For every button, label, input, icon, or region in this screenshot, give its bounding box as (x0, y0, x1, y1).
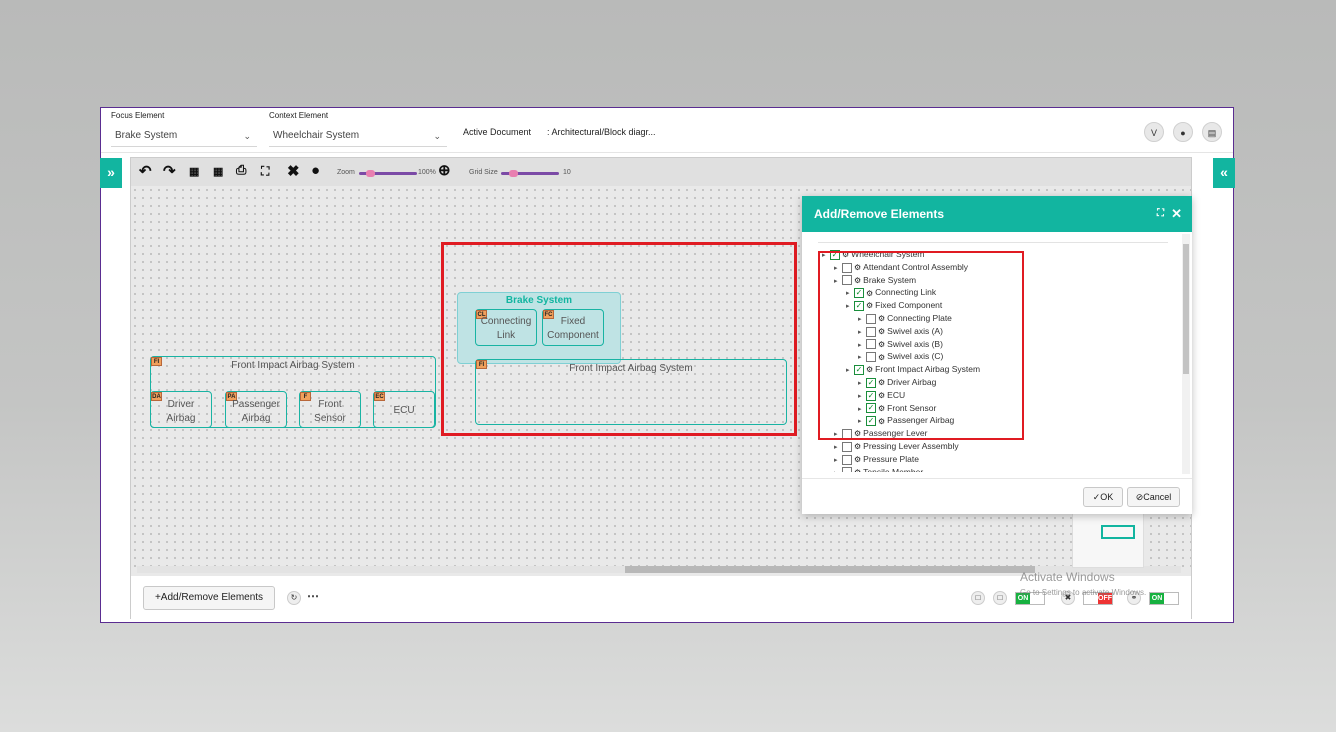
node-title: Front Impact Airbag System (231, 360, 355, 371)
panel-card (1072, 512, 1144, 568)
zoom-slider[interactable] (359, 170, 417, 177)
activate-windows-title: Activate Windows (1020, 570, 1115, 584)
tree-checkbox[interactable] (842, 441, 852, 452)
gears-icon: ⚙ (854, 442, 862, 452)
print-icon[interactable]: ⎙ (236, 162, 246, 178)
gears-icon: ⚙ (854, 466, 861, 472)
export-png-icon[interactable]: ▦ (213, 165, 223, 178)
diagram-toolbar: ↶ ↷ ▦ ▦ ⎙ ⛶ ✖ ● Zoom 100% ⊕ Grid Size 10 (131, 158, 1191, 186)
tree-highlight (818, 251, 1024, 440)
maximize-icon[interactable]: ⛶ (1157, 196, 1164, 232)
driver-airbag-node[interactable]: DA Driver Airbag (150, 391, 212, 428)
node-label: Front Sensor (314, 399, 346, 424)
chevron-down-icon: ⌄ (243, 131, 251, 141)
grid-size-label: Grid Size (469, 169, 498, 176)
fit-screen-icon[interactable]: ⛶ (261, 164, 269, 179)
scrollbar-thumb[interactable] (625, 566, 1035, 573)
cancel-button[interactable]: ⊘Cancel (1127, 487, 1180, 507)
tree-item-label: Tensile Member (863, 466, 924, 472)
expand-toggle-icon[interactable]: ▸ (834, 467, 842, 472)
node-label: Connecting Link (480, 316, 532, 341)
tree-scrollbar-thumb[interactable] (1183, 244, 1189, 374)
close-icon[interactable]: ✕ (1171, 196, 1182, 232)
tree-item-label: Pressure Plate (863, 453, 919, 464)
document-icon[interactable]: □ (993, 591, 1007, 605)
button-label: Add/Remove Elements (160, 592, 264, 603)
zoom-value: 100% (418, 169, 436, 176)
vector-icon[interactable]: V (1144, 122, 1164, 142)
button-label: OK (1100, 492, 1114, 502)
node-label: Fixed Component (547, 316, 599, 341)
export-svg-icon[interactable]: ▦ (189, 165, 199, 178)
dialog-divider (818, 242, 1168, 243)
gears-icon: ⚙ (854, 455, 862, 465)
drop-icon[interactable]: ● (1173, 122, 1193, 142)
node-label: Driver Airbag (166, 399, 196, 424)
tree-checkbox[interactable] (842, 454, 852, 465)
tree-item[interactable]: ▸ ⚙ Pressing Lever Assembly (834, 440, 959, 453)
ok-button[interactable]: ✓OK (1083, 487, 1123, 507)
zoom-label: Zoom (337, 169, 355, 176)
context-element-label: Context Element (269, 111, 329, 120)
activate-windows-subtitle: Go to Settings to activate Windows. (1020, 588, 1147, 597)
active-document-value: : Architectural/Block diagr... (547, 127, 656, 137)
context-element-value: Wheelchair System (273, 130, 360, 141)
passenger-airbag-node[interactable]: PA Passenger Airbag (225, 391, 287, 428)
focus-element-label: Focus Element (111, 111, 165, 120)
dialog-title: Add/Remove Elements (814, 207, 945, 221)
node-label: Passenger Airbag (232, 399, 280, 424)
zoom-out-icon[interactable]: ● (311, 162, 320, 179)
chevron-down-icon: ⌄ (433, 131, 441, 141)
chart-icon[interactable]: ▤ (1202, 122, 1222, 142)
more-icon[interactable]: ⋯ (307, 589, 319, 603)
focus-element-value: Brake System (115, 130, 178, 141)
redo-icon[interactable]: ↷ (163, 162, 176, 180)
tree-item[interactable]: ▸ ⚙Tensile Member (834, 466, 923, 472)
tree-item[interactable]: ▸ ⚙ Pressure Plate (834, 453, 919, 466)
button-label: Cancel (1143, 492, 1172, 502)
block-icon (1101, 525, 1135, 539)
front-impact-airbag-system-node-2[interactable]: FI Front Impact Airbag System (475, 359, 787, 425)
dialog-header: Add/Remove Elements ⛶ ✕ (802, 196, 1192, 232)
node-title: Front Impact Airbag System (569, 363, 693, 374)
expand-left-panel-button[interactable]: » (100, 158, 122, 188)
collapse-right-panel-button[interactable]: « (1213, 158, 1235, 188)
add-remove-elements-button[interactable]: +Add/Remove Elements (143, 586, 275, 610)
header-divider (101, 152, 1233, 153)
fixed-component-node[interactable]: FC Fixed Component (542, 309, 604, 346)
ecu-node[interactable]: EC ECU (373, 391, 435, 428)
document-icon[interactable]: □ (971, 591, 985, 605)
zoom-in-icon[interactable]: ⊕ (438, 161, 451, 179)
footer-divider (802, 478, 1192, 479)
tree-item-label: Pressing Lever Assembly (863, 441, 959, 451)
undo-icon[interactable]: ↶ (139, 162, 152, 180)
grid-size-slider[interactable] (501, 170, 559, 177)
toggle-switch-3[interactable]: ON (1149, 592, 1179, 605)
node-title: Brake System (505, 295, 573, 306)
refresh-icon[interactable]: ↻ (287, 591, 301, 605)
node-label: ECU (393, 405, 415, 416)
active-document-label: Active Document (463, 127, 532, 137)
node-tag: EC (374, 392, 385, 401)
context-element-select[interactable]: Wheelchair System ⌄ (269, 125, 447, 147)
front-sensor-node[interactable]: F Front Sensor (299, 391, 361, 428)
add-remove-elements-dialog: Add/Remove Elements ⛶ ✕ ▸ ✓ ⚙ Wheelchair Sy… (802, 196, 1192, 514)
connecting-link-node[interactable]: CL Connecting Link (475, 309, 537, 346)
focus-element-select[interactable]: Brake System ⌄ (111, 125, 257, 147)
tree-scrollbar[interactable] (1182, 234, 1190, 474)
tree-checkbox[interactable] (842, 467, 852, 472)
grid-size-value: 10 (563, 169, 571, 176)
fullscreen-icon[interactable]: ✖ (287, 162, 300, 180)
toggle-state: ON (1150, 593, 1164, 604)
